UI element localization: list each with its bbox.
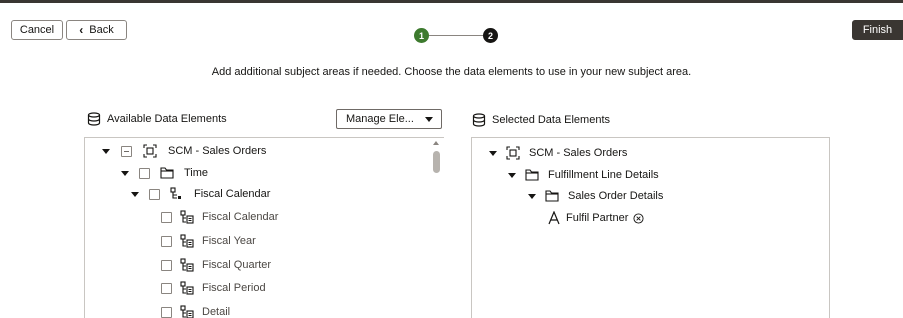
stepper-line — [429, 35, 483, 36]
expand-arrow-icon[interactable] — [131, 191, 139, 197]
tree-leaf-label: Fiscal Period — [202, 282, 266, 294]
level-icon — [180, 234, 194, 248]
checkbox[interactable] — [161, 211, 172, 223]
finish-button[interactable]: Finish — [852, 20, 903, 40]
tree-leaf-label: Fulfil Partner — [566, 212, 629, 224]
level-icon — [180, 258, 194, 272]
checkbox[interactable] — [161, 282, 172, 294]
checkbox[interactable] — [161, 259, 172, 271]
checkbox-partial[interactable] — [121, 145, 132, 157]
top-border — [0, 0, 903, 3]
expand-arrow-icon[interactable] — [121, 170, 129, 176]
vertical-scrollbar[interactable] — [429, 138, 444, 318]
tree-node-label: Time — [184, 167, 209, 179]
expand-arrow-icon[interactable] — [508, 172, 516, 178]
tree-leaf-label: Detail — [202, 306, 231, 318]
tree-leaf-label: Fiscal Calendar — [202, 211, 279, 223]
tree-leaf-fiscal-quarter[interactable]: Fiscal Quarter — [161, 256, 271, 274]
folder-icon — [545, 190, 559, 202]
hierarchy-icon — [170, 187, 181, 199]
attribute-icon — [548, 211, 560, 225]
tree-node-label: SCM - Sales Orders — [529, 147, 628, 159]
selected-node-root[interactable]: SCM - Sales Orders — [489, 144, 627, 162]
tree-leaf-fiscal-year[interactable]: Fiscal Year — [161, 232, 256, 250]
selected-node-fulfillment[interactable]: Fulfillment Line Details — [508, 166, 659, 184]
checkbox[interactable] — [161, 235, 172, 247]
level-icon — [180, 305, 194, 318]
available-elements-title: Available Data Elements — [87, 112, 227, 126]
tree-leaf-fiscal-calendar[interactable]: Fiscal Calendar — [161, 208, 278, 226]
expand-arrow-icon[interactable] — [102, 148, 110, 154]
folder-icon — [160, 167, 174, 179]
selected-node-sales-order[interactable]: Sales Order Details — [528, 187, 663, 205]
database-icon — [87, 112, 101, 126]
step-2-badge[interactable]: 2 — [483, 28, 498, 43]
database-icon — [472, 113, 486, 127]
checkbox[interactable] — [149, 188, 160, 200]
checkbox[interactable] — [139, 167, 150, 179]
folder-icon — [525, 169, 539, 181]
tree-node-fiscal-calendar[interactable]: Fiscal Calendar — [131, 185, 270, 203]
tree-node-root[interactable]: SCM - Sales Orders — [102, 142, 266, 160]
scrollbar-thumb[interactable] — [433, 151, 440, 173]
subject-area-icon — [143, 144, 157, 158]
back-button[interactable]: ‹ Back — [66, 20, 127, 40]
manage-elements-label: Manage Ele... — [346, 113, 414, 125]
remove-icon[interactable] — [633, 212, 644, 224]
tree-node-time[interactable]: Time — [121, 164, 208, 182]
tree-leaf-label: Fiscal Year — [202, 235, 256, 247]
scroll-up-arrow-icon[interactable] — [433, 141, 439, 145]
available-elements-tree[interactable]: SCM - Sales Orders Time Fiscal Calendar … — [84, 137, 444, 318]
tree-node-label: Fulfillment Line Details — [548, 169, 659, 181]
selected-elements-title: Selected Data Elements — [472, 113, 610, 127]
available-title-label: Available Data Elements — [107, 113, 227, 125]
tree-leaf-detail[interactable]: Detail — [161, 303, 230, 318]
subject-area-icon — [506, 146, 520, 160]
expand-arrow-icon[interactable] — [528, 193, 536, 199]
checkbox[interactable] — [161, 306, 172, 318]
selected-attribute[interactable]: Fulfil Partner — [547, 209, 644, 227]
caret-down-icon — [425, 117, 433, 122]
selected-title-label: Selected Data Elements — [492, 114, 611, 126]
chevron-left-icon: ‹ — [79, 23, 84, 37]
level-icon — [180, 210, 194, 224]
back-label: Back — [89, 24, 114, 36]
level-icon — [180, 281, 194, 295]
cancel-button[interactable]: Cancel — [11, 20, 63, 40]
stepper: 1 2 — [413, 28, 499, 44]
step-1-badge[interactable]: 1 — [414, 28, 429, 43]
tree-leaf-fiscal-period[interactable]: Fiscal Period — [161, 279, 266, 297]
selected-elements-tree[interactable]: SCM - Sales Orders Fulfillment Line Deta… — [471, 137, 830, 318]
tree-leaf-label: Fiscal Quarter — [202, 259, 272, 271]
tree-node-label: SCM - Sales Orders — [168, 145, 267, 157]
manage-elements-dropdown[interactable]: Manage Ele... — [336, 109, 442, 129]
expand-arrow-icon[interactable] — [489, 150, 497, 156]
tree-node-label: Fiscal Calendar — [194, 188, 271, 200]
instruction-text: Add additional subject areas if needed. … — [211, 66, 692, 78]
tree-node-label: Sales Order Details — [568, 190, 664, 202]
